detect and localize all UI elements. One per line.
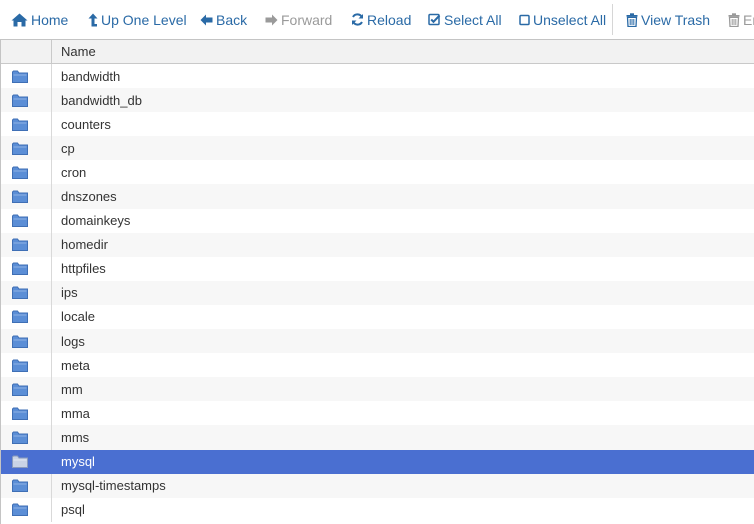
view-trash-button[interactable]: View Trash — [626, 0, 710, 39]
table-row[interactable]: dnszones — [1, 184, 754, 209]
trash-icon — [728, 12, 740, 27]
forward-button[interactable]: Forward — [265, 0, 332, 39]
toolbar-separator — [612, 4, 613, 35]
file-name: mysql-timestamps — [61, 478, 166, 494]
home-icon — [11, 13, 28, 27]
view-trash-label: View Trash — [641, 11, 710, 28]
folder-icon — [1, 377, 52, 402]
file-name: mm — [61, 381, 83, 397]
table-row[interactable]: mms — [1, 425, 754, 450]
table-row[interactable]: ips — [1, 280, 754, 305]
table-row[interactable]: psql — [1, 497, 754, 522]
folder-icon — [1, 112, 52, 137]
arrow-right-icon — [265, 14, 278, 26]
trash-icon — [626, 12, 638, 27]
table-body: bandwidth bandwidth_db counters cp cron dnszo… — [1, 64, 754, 522]
file-name: counters — [61, 116, 111, 132]
select-all-label: Select All — [444, 11, 502, 28]
table-row[interactable]: mm — [1, 377, 754, 402]
folder-icon — [1, 401, 52, 426]
folder-icon — [1, 449, 52, 474]
table-header: Name — [1, 40, 754, 64]
table-row[interactable]: mma — [1, 401, 754, 426]
table-row[interactable]: bandwidth — [1, 64, 754, 89]
table-row[interactable]: homedir — [1, 232, 754, 257]
file-list-table: Name bandwidth bandwidth_db counters cp cron… — [0, 39, 754, 524]
toolbar: Home Up One Level Back Forward Reload Se… — [0, 0, 754, 39]
file-name: homedir — [61, 237, 108, 253]
table-row[interactable]: cp — [1, 136, 754, 161]
unselect-all-label: Unselect All — [533, 11, 607, 28]
file-name: domainkeys — [61, 213, 131, 229]
table-row[interactable]: mysql-timestamps — [1, 473, 754, 498]
arrow-left-icon — [200, 14, 213, 26]
up-one-level-label: Up One Level — [101, 11, 187, 28]
folder-icon — [1, 304, 52, 330]
file-name: meta — [61, 357, 90, 373]
file-name: mma — [61, 405, 90, 421]
table-row[interactable]: bandwidth_db — [1, 88, 754, 113]
table-row[interactable]: counters — [1, 112, 754, 137]
home-label: Home — [31, 11, 69, 28]
unselect-all-button[interactable]: Unselect All — [519, 0, 606, 39]
table-row[interactable]: cron — [1, 160, 754, 185]
square-icon — [519, 14, 530, 26]
folder-icon — [1, 280, 52, 305]
folder-icon — [1, 497, 52, 522]
reload-button[interactable]: Reload — [351, 0, 411, 39]
folder-icon — [1, 160, 52, 185]
file-name: mysql — [61, 454, 95, 470]
table-row[interactable]: domainkeys — [1, 208, 754, 233]
file-name: mms — [61, 429, 90, 445]
folder-icon — [1, 64, 52, 89]
empty-trash-label: Er — [743, 11, 754, 28]
file-name: bandwidth_db — [61, 92, 142, 108]
folder-icon — [1, 256, 52, 281]
up-one-level-button[interactable]: Up One Level — [88, 0, 187, 39]
reload-label: Reload — [367, 11, 412, 28]
file-name: cron — [61, 164, 87, 180]
file-name: ips — [61, 285, 78, 301]
folder-icon — [1, 329, 52, 354]
table-row[interactable]: logs — [1, 329, 754, 354]
file-name: dnszones — [61, 189, 117, 205]
file-name: cp — [61, 140, 75, 156]
forward-label: Forward — [281, 11, 333, 28]
icon-column-header — [1, 40, 52, 63]
folder-icon — [1, 136, 52, 161]
folder-icon — [1, 473, 52, 498]
file-name: logs — [61, 333, 85, 349]
select-all-button[interactable]: Select All — [428, 0, 502, 39]
file-name: bandwidth — [61, 68, 121, 84]
level-up-icon — [88, 13, 98, 27]
back-label: Back — [216, 11, 248, 28]
file-name: locale — [61, 309, 95, 325]
table-row[interactable]: locale — [1, 304, 754, 330]
table-row[interactable]: mysql — [1, 449, 754, 474]
file-name: httpfiles — [61, 261, 106, 277]
folder-icon — [1, 208, 52, 233]
folder-icon — [1, 232, 52, 257]
folder-icon — [1, 353, 52, 378]
home-button[interactable]: Home — [11, 0, 68, 39]
table-row[interactable]: httpfiles — [1, 256, 754, 281]
folder-icon — [1, 425, 52, 450]
refresh-icon — [351, 13, 364, 26]
file-name: psql — [61, 502, 85, 518]
back-button[interactable]: Back — [200, 0, 247, 39]
name-column-header[interactable]: Name — [61, 40, 96, 63]
empty-trash-button[interactable]: Er — [728, 0, 754, 39]
table-row[interactable]: meta — [1, 353, 754, 378]
folder-icon — [1, 88, 52, 113]
folder-icon — [1, 184, 52, 209]
check-square-icon — [428, 13, 441, 26]
